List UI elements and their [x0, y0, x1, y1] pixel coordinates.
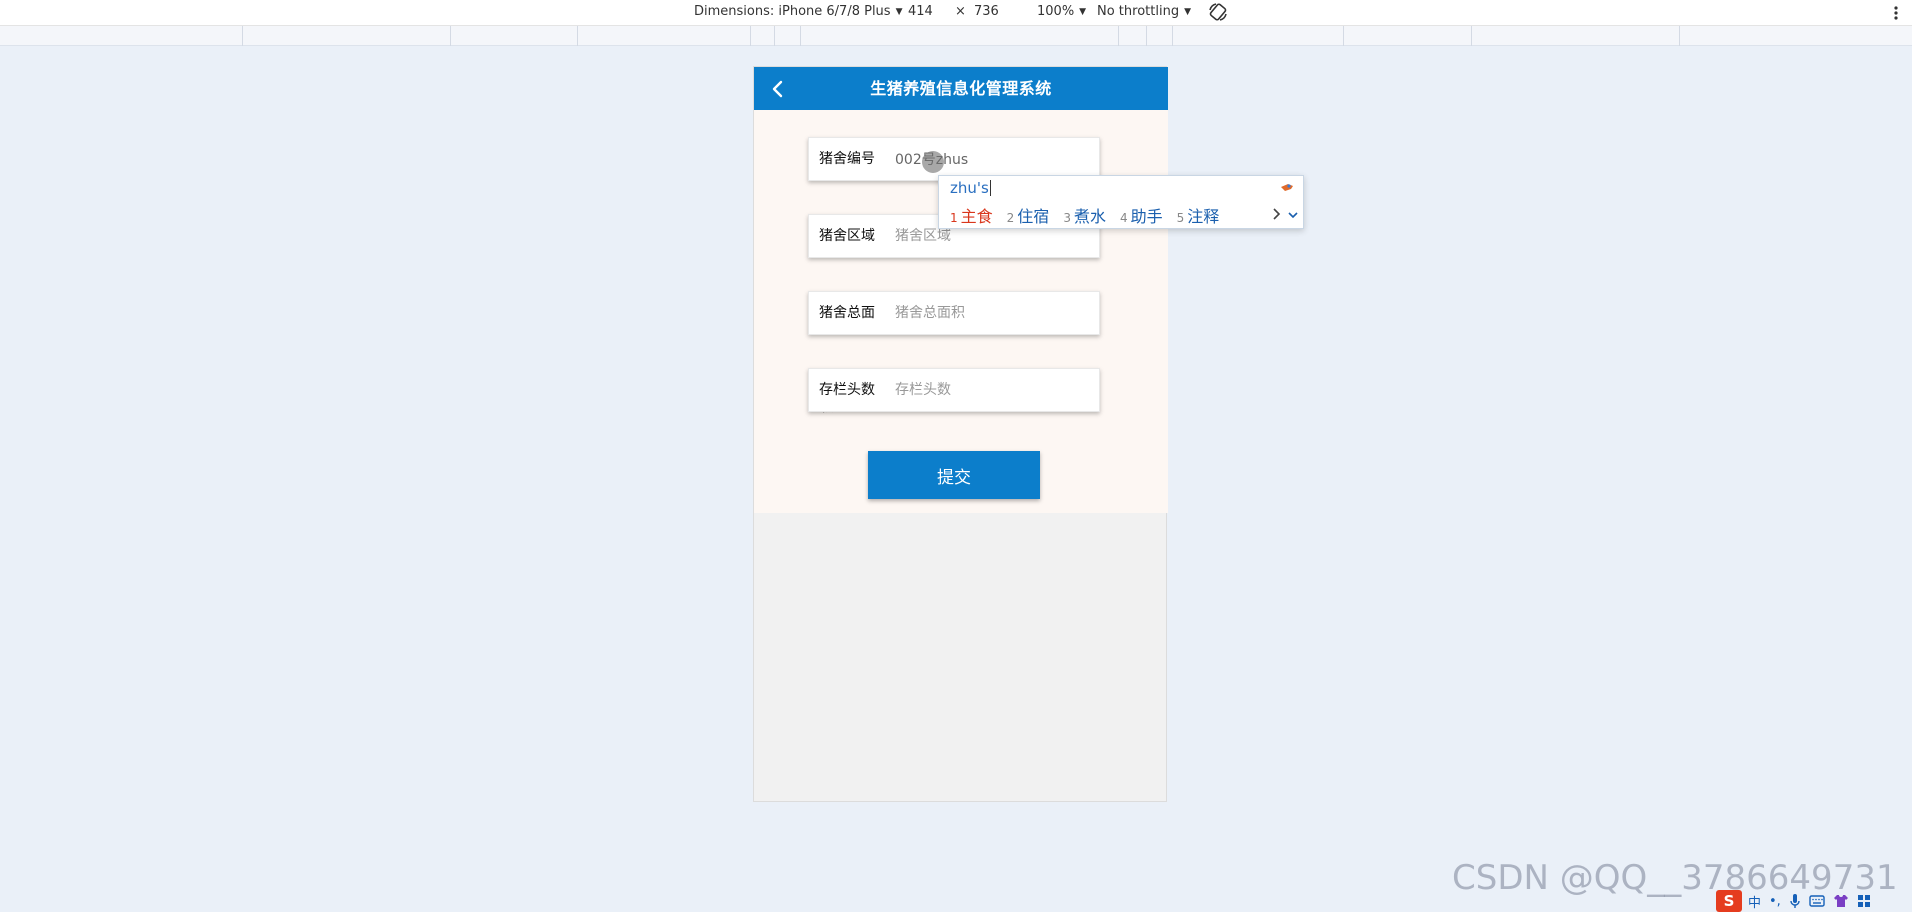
ime-candidate[interactable]: 3 煮水	[1063, 203, 1106, 227]
ruler-tick	[750, 26, 751, 46]
dimension-separator: ×	[955, 4, 966, 19]
back-button[interactable]	[764, 74, 794, 104]
pigsty-form: 猪舍编号 猪舍区域 猪舍总面 积 存栏头数 提交	[754, 110, 1168, 513]
chevron-down-icon: ▼	[1079, 7, 1087, 17]
ruler-tick	[1146, 26, 1147, 46]
zoom-select[interactable]: 100% ▼	[1037, 4, 1086, 19]
ruler-tick	[1679, 26, 1680, 46]
more-options-icon[interactable]	[1892, 2, 1900, 24]
chevron-down-icon: ▼	[1184, 7, 1191, 17]
candidate-number: 1	[950, 211, 958, 225]
ime-candidate-list: 1 主食 2 住宿 3 煮水 4 助手 5 注释	[950, 203, 1233, 227]
microphone-icon[interactable]	[1789, 893, 1801, 909]
candidate-number: 5	[1176, 211, 1185, 225]
ime-candidate-window: zhu's 1 主食 2 住宿 3 煮水 4 助手 5 注释	[938, 175, 1304, 229]
devtools-device-toolbar: Dimensions: iPhone 6/7/8 Plus ▼ 414 × 736…	[0, 0, 1912, 26]
field-pigsty-total-area: 猪舍总面	[808, 291, 1100, 335]
ime-candidate[interactable]: 1 主食	[950, 203, 993, 227]
ruler-tick	[577, 26, 578, 46]
height-input[interactable]: 736	[974, 4, 999, 19]
keyboard-icon[interactable]	[1809, 894, 1825, 908]
pigsty-total-area-input[interactable]	[895, 292, 1095, 334]
ime-skin-icon[interactable]	[1279, 181, 1295, 195]
ime-candidate[interactable]: 2 住宿	[1007, 203, 1050, 227]
candidate-text: 住宿	[1017, 207, 1050, 226]
candidate-text: 主食	[960, 207, 993, 226]
chevron-down-icon: ▼	[895, 7, 903, 17]
device-select[interactable]: Dimensions: iPhone 6/7/8 Plus ▼	[694, 4, 903, 19]
toolbox-grid-icon[interactable]	[1857, 894, 1871, 908]
submit-button[interactable]: 提交	[868, 451, 1040, 499]
width-input[interactable]: 414	[908, 4, 933, 19]
ime-candidate[interactable]: 5 注释	[1177, 203, 1220, 227]
candidate-text: 煮水	[1073, 207, 1106, 226]
field-stock-count: 存栏头数	[808, 368, 1100, 412]
ruler-tick	[242, 26, 243, 46]
chevron-left-icon	[772, 80, 783, 98]
ruler-tick	[1343, 26, 1344, 46]
throttling-select[interactable]: No throttling ▼	[1097, 4, 1191, 19]
chevron-right-icon[interactable]	[1271, 206, 1281, 222]
candidate-number: 3	[1063, 211, 1071, 225]
ruler-tick	[774, 26, 775, 46]
candidate-number: 4	[1119, 211, 1128, 225]
ime-status-bar: S 中 •,	[1716, 890, 1912, 912]
throttling-select-label: No throttling	[1097, 4, 1180, 19]
ruler-tick	[1471, 26, 1472, 46]
ime-composition-text: zhu's	[950, 179, 991, 197]
rotate-icon[interactable]	[1207, 1, 1229, 23]
field-label: 猪舍编号	[819, 151, 875, 167]
media-query-ruler	[0, 26, 1912, 46]
chevron-down-icon[interactable]	[1287, 209, 1299, 221]
candidate-text: 助手	[1130, 207, 1163, 226]
ruler-tick	[1172, 26, 1173, 46]
zoom-select-label: 100%	[1037, 4, 1075, 19]
app-header: 生猪养殖信息化管理系统	[754, 67, 1168, 110]
candidate-text: 注释	[1187, 207, 1220, 226]
device-select-label: Dimensions: iPhone 6/7/8 Plus	[694, 4, 891, 19]
ruler-tick	[1118, 26, 1119, 46]
stock-count-input[interactable]	[895, 369, 1095, 411]
field-label: 猪舍区域	[819, 228, 875, 244]
sogou-logo-icon[interactable]: S	[1716, 890, 1742, 912]
skin-shirt-icon[interactable]	[1833, 894, 1849, 908]
ime-candidate[interactable]: 4 助手	[1120, 203, 1163, 227]
touch-cursor	[922, 151, 944, 173]
ime-mode-toggle[interactable]: 中	[1748, 892, 1761, 911]
page-title: 生猪养殖信息化管理系统	[870, 79, 1052, 98]
ime-pinyin: zhu's	[950, 179, 989, 197]
ruler-tick	[800, 26, 801, 46]
ime-punctuation-toggle[interactable]: •,	[1769, 894, 1781, 909]
candidate-number: 2	[1006, 211, 1015, 225]
ruler-tick	[450, 26, 451, 46]
text-caret	[989, 180, 991, 196]
field-label: 存栏头数	[819, 382, 875, 398]
field-label: 猪舍总面	[819, 305, 875, 321]
